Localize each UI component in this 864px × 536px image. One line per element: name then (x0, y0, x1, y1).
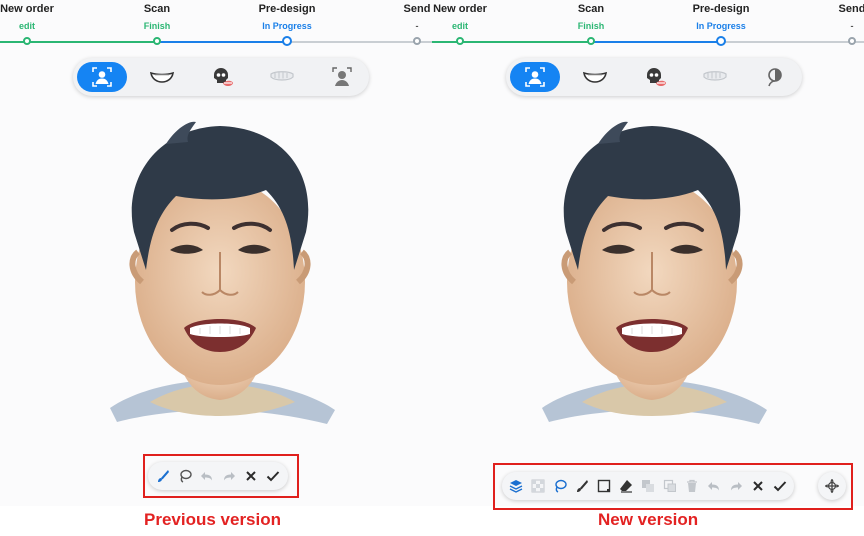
step-status: - (850, 21, 854, 31)
head-profile-icon[interactable] (317, 62, 367, 92)
step-title: New order (0, 3, 54, 15)
step-dot (716, 36, 726, 46)
face-scan-icon[interactable] (77, 62, 127, 92)
step-status: Finish (577, 21, 605, 31)
step-status: - (415, 21, 419, 31)
previous-toolbar-highlight (143, 454, 299, 498)
stepper-track-current (591, 41, 721, 43)
step-new-order[interactable]: New order edit (0, 0, 77, 45)
step-status: edit (451, 21, 468, 31)
step-title: Pre-design (692, 3, 750, 15)
step-dot (848, 37, 856, 45)
step-title: New order (433, 3, 487, 15)
smile-icon[interactable] (570, 62, 620, 92)
dental-arch-icon[interactable] (257, 62, 307, 92)
smile-icon[interactable] (137, 62, 187, 92)
step-scan[interactable]: Scan Finish (107, 0, 207, 45)
new-toolbar-highlight (493, 463, 853, 510)
previous-version-panel: New order edit Scan Finish Pre-design In… (0, 0, 432, 506)
face-scan-icon[interactable] (510, 62, 560, 92)
step-title: Pre-design (258, 3, 316, 15)
step-dot (153, 37, 161, 45)
face-scan-model[interactable] (532, 112, 772, 437)
step-pre-design[interactable]: Pre-design In Progress (237, 0, 337, 46)
new-version-caption: New version (598, 510, 699, 529)
step-send[interactable]: Send - (802, 0, 864, 45)
step-status: In Progress (696, 21, 746, 31)
step-status: edit (18, 21, 35, 31)
step-title: Scan (577, 3, 605, 15)
stepper-track-current (157, 41, 287, 43)
previous-version-caption: Previous version (144, 510, 282, 529)
stepper-track-pending (287, 41, 432, 43)
step-dot (456, 37, 464, 45)
step-new-order[interactable]: New order edit (432, 0, 510, 45)
head-profile-icon[interactable] (750, 62, 800, 92)
progress-stepper: New order edit Scan Finish Pre-design In… (432, 0, 864, 50)
step-pre-design[interactable]: Pre-design In Progress (671, 0, 771, 46)
skull-teeth-icon[interactable] (197, 62, 247, 92)
mode-switcher (506, 58, 802, 96)
step-dot (23, 37, 31, 45)
skull-teeth-icon[interactable] (630, 62, 680, 92)
step-status: In Progress (262, 21, 312, 31)
stepper-track-pending (721, 41, 864, 43)
step-send[interactable]: Send - (367, 0, 432, 45)
step-dot (282, 36, 292, 46)
step-title: Scan (143, 3, 171, 15)
step-dot (587, 37, 595, 45)
new-version-panel: New order edit Scan Finish Pre-design In… (432, 0, 864, 506)
step-scan[interactable]: Scan Finish (541, 0, 641, 45)
step-title: Send (838, 3, 864, 15)
dental-arch-icon[interactable] (690, 62, 740, 92)
step-dot (413, 37, 421, 45)
face-scan-model[interactable] (100, 112, 340, 437)
progress-stepper: New order edit Scan Finish Pre-design In… (0, 0, 432, 50)
mode-switcher (73, 58, 369, 96)
step-title: Send (403, 3, 431, 15)
step-status: Finish (143, 21, 171, 31)
